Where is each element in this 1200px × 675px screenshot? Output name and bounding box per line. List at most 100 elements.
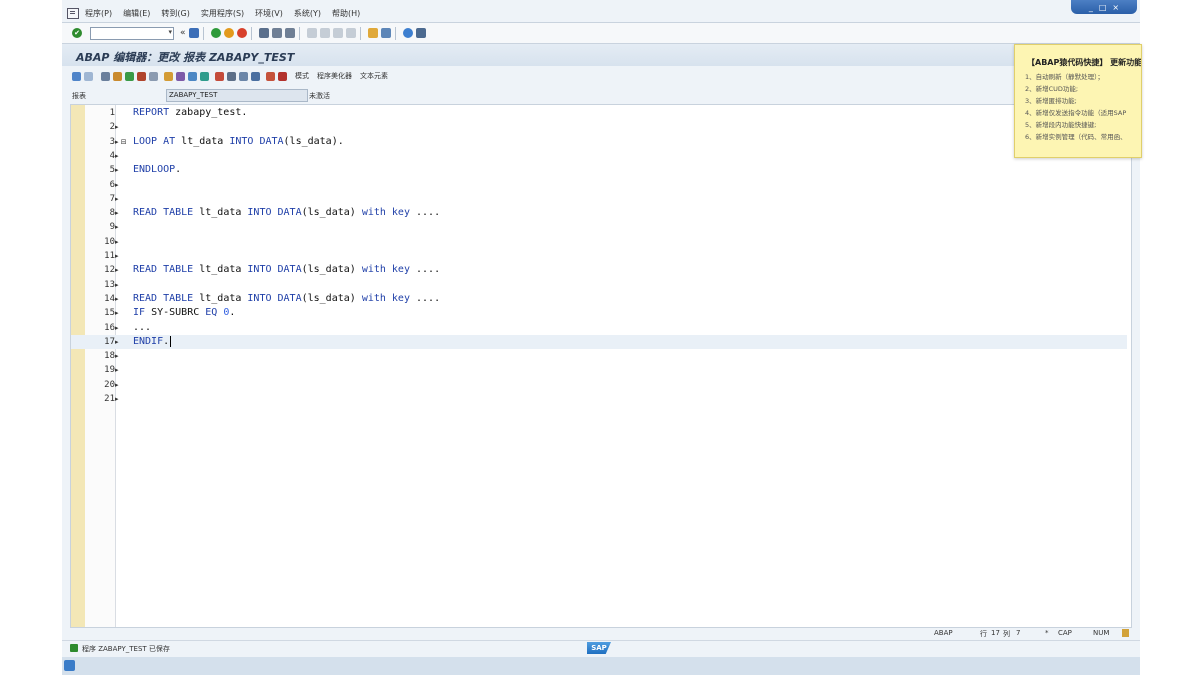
where-used-icon[interactable]	[164, 71, 173, 81]
system-status-bar: 程序 ZABAPY_TEST 已保存 SAP	[62, 640, 1140, 657]
code-line[interactable]: IF SY-SUBRC EQ 0.	[133, 306, 235, 320]
toolbar-separator	[202, 26, 204, 40]
object-list-icon[interactable]	[188, 71, 197, 81]
line-number: 21	[104, 394, 115, 404]
set-breakpoint-icon[interactable]	[266, 71, 275, 81]
menu-system[interactable]: 系统(Y)	[294, 8, 321, 19]
identifier-token: ....	[409, 207, 441, 219]
line-marker-icon: ▸	[115, 294, 119, 303]
exit-icon[interactable]	[223, 28, 234, 38]
keyword-token: INTO DATA	[247, 207, 302, 219]
line-number: 15	[104, 308, 115, 319]
line-number: 2	[109, 122, 115, 133]
breakpoint-icon[interactable]	[239, 71, 248, 81]
history-icon[interactable]: «	[180, 28, 186, 38]
session-breakpoint-icon[interactable]	[278, 71, 287, 81]
info-icon[interactable]	[251, 71, 260, 81]
pattern-button[interactable]: 模式	[295, 71, 309, 81]
line-number: 13	[104, 279, 115, 290]
taskbar	[62, 657, 1140, 675]
test-icon[interactable]	[149, 71, 158, 81]
keyword-token: with key	[361, 292, 410, 304]
navigation-window-icon[interactable]	[200, 71, 209, 81]
forward-arrow-icon[interactable]	[84, 71, 93, 81]
check-syntax-icon[interactable]	[125, 71, 134, 81]
code-line[interactable]: LOOP AT lt_data INTO DATA(ls_data).	[133, 135, 344, 149]
pretty-printer-button[interactable]: 程序美化器	[317, 71, 352, 81]
chevron-down-icon[interactable]: ▾	[168, 28, 172, 36]
new-session-icon[interactable]	[367, 28, 378, 38]
code-editor[interactable]: 1 REPORT zabapy_test. 2 ▸ 3 ▸ ⊟ LOOP AT lt_dat…	[70, 104, 1132, 628]
cancel-icon[interactable]	[236, 28, 247, 38]
edit-object-icon[interactable]	[176, 71, 185, 81]
collapse-block-icon[interactable]: ▸ ⊟	[115, 135, 127, 149]
menu-program[interactable]: 程序(P)	[85, 8, 112, 19]
identifier-token: (ls_data)	[301, 264, 362, 276]
restore-button[interactable]: □	[1099, 3, 1107, 12]
tooltip-item: 4、新增仅发送指令功能（适用SAP	[1025, 109, 1127, 117]
keyword-token: READ TABLE	[133, 264, 194, 276]
identifier-token: .	[163, 335, 170, 347]
row-label: 行	[980, 630, 987, 638]
minimize-button[interactable]: _	[1089, 3, 1093, 12]
back-arrow-icon[interactable]	[72, 71, 81, 81]
line-number: 18	[104, 351, 115, 362]
language-indicator: ABAP	[934, 629, 953, 637]
find-next-icon[interactable]	[284, 28, 295, 38]
tooltip-item: 5、新增段内功能快捷键;	[1025, 121, 1097, 129]
menu-goto[interactable]: 转到(G)	[161, 8, 189, 19]
line-marker-icon: ▸	[115, 380, 119, 389]
close-button[interactable]: ×	[1112, 3, 1119, 12]
shortcut-icon[interactable]	[380, 28, 391, 38]
identifier-token: zabapy_test.	[169, 107, 248, 118]
text-elements-button[interactable]: 文本元素	[360, 71, 388, 81]
line-number: 20	[104, 379, 115, 390]
command-field[interactable]: ▾	[90, 26, 174, 40]
find-icon[interactable]	[271, 28, 282, 38]
title-bar: ABAP 编辑器：更改 报表 ZABAPY_TEST	[62, 44, 1140, 66]
line-marker-icon: ▸	[115, 237, 119, 246]
active-inactive-icon[interactable]	[113, 71, 122, 81]
row-value: 17	[991, 629, 1000, 637]
windows-start-icon[interactable]	[64, 660, 75, 671]
menu-utilities[interactable]: 实用程序(S)	[201, 8, 244, 19]
text-caret	[170, 335, 172, 347]
window-menu-icon[interactable]	[67, 7, 79, 19]
back-icon[interactable]	[210, 28, 221, 38]
next-page-icon[interactable]	[332, 28, 343, 38]
last-page-icon[interactable]	[345, 28, 356, 38]
code-line[interactable]: READ TABLE lt_data INTO DATA(ls_data) wi…	[133, 206, 440, 220]
print-icon[interactable]	[258, 28, 269, 38]
menu-environment[interactable]: 环境(V)	[255, 8, 283, 19]
save-icon[interactable]	[188, 28, 199, 38]
layout-menu-icon[interactable]	[415, 28, 426, 38]
keyword-token: INTO DATA	[247, 264, 302, 276]
code-line[interactable]: READ TABLE lt_data INTO DATA(ls_data) wi…	[133, 263, 440, 277]
code-line[interactable]: ...	[133, 321, 151, 335]
tooltip-item: 1、自动刷新（静默处理）；	[1025, 73, 1104, 81]
line-marker-icon: ▸	[115, 366, 119, 375]
activate-icon[interactable]	[137, 71, 146, 81]
keyword-token: EQ	[205, 307, 218, 319]
first-page-icon[interactable]	[306, 28, 317, 38]
identifier-token: lt_data	[175, 135, 230, 147]
display-change-icon[interactable]	[101, 71, 110, 81]
line-number: 4	[109, 150, 115, 161]
toolbar-separator	[250, 26, 252, 40]
menu-help[interactable]: 帮助(H)	[332, 8, 360, 19]
previous-page-icon[interactable]	[319, 28, 330, 38]
hierarchy-icon[interactable]	[215, 71, 224, 81]
identifier-token: ....	[409, 292, 441, 304]
help-icon[interactable]	[402, 28, 413, 38]
code-line[interactable]: ENDIF.	[133, 335, 172, 349]
keyword-token: with key	[361, 264, 410, 276]
code-line[interactable]: READ TABLE lt_data INTO DATA(ls_data) wi…	[133, 292, 440, 306]
line-marker-icon: ▸	[115, 352, 119, 361]
identifier-token: SY-SUBRC	[145, 307, 206, 319]
menu-edit[interactable]: 编辑(E)	[123, 8, 150, 19]
code-line[interactable]: ENDLOOP.	[133, 163, 181, 177]
code-line[interactable]: REPORT zabapy_test.	[133, 106, 247, 120]
identifier-token: lt_data	[193, 207, 248, 219]
stack-icon[interactable]	[227, 71, 236, 81]
enter-check-icon[interactable]: ✔	[72, 28, 82, 38]
